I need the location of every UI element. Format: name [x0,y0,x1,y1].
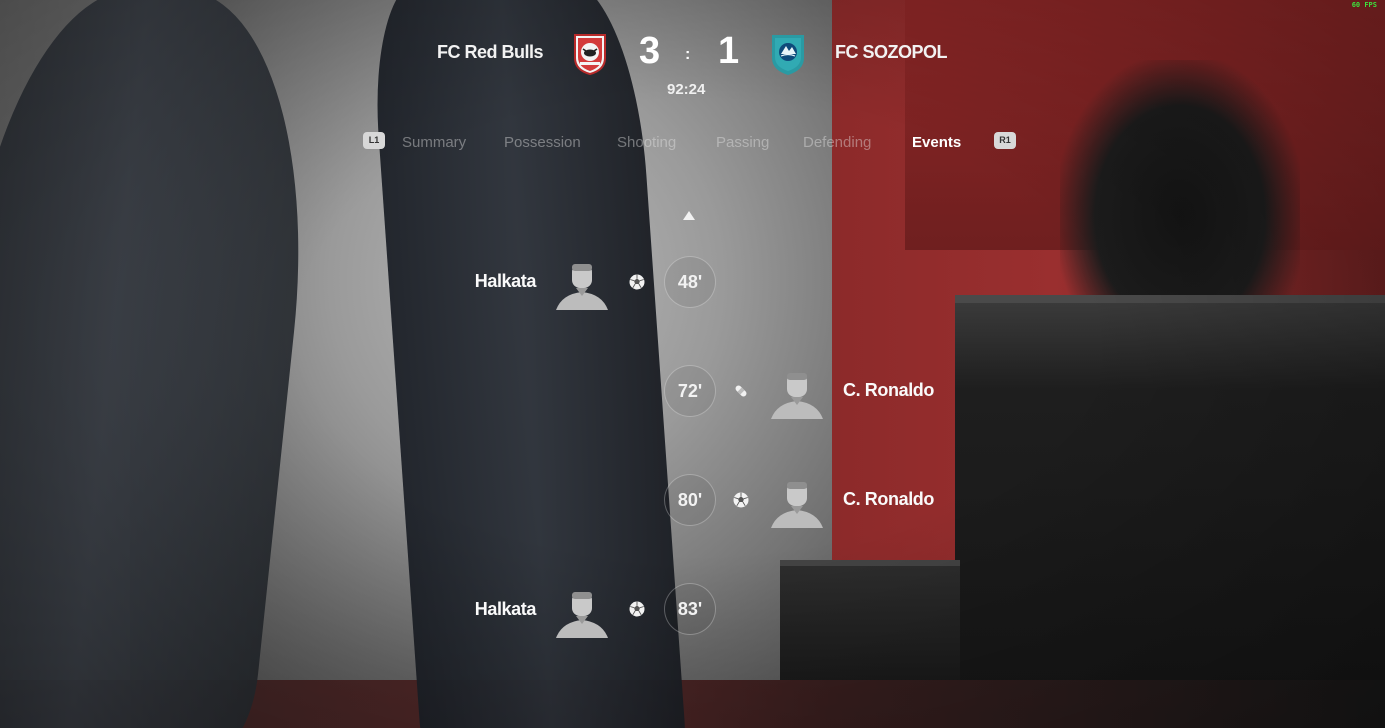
event-minute: 80' [664,474,716,526]
home-score: 3 [639,30,661,72]
player-silhouette-icon [771,373,823,419]
scroll-up-arrow-icon[interactable] [683,211,695,220]
away-team-name: FC SOZOPOL [835,42,948,62]
score-separator: : [685,46,691,63]
event-minute: 72' [664,365,716,417]
ball-icon [733,492,749,508]
match-clock: 92:24 [667,81,706,98]
tab-passing[interactable]: Passing [716,134,769,151]
home-team-name: FC Red Bulls [436,42,544,62]
event-row: 72' C. Ronaldo [0,363,1385,423]
l1-button-hint[interactable]: L1 [363,132,385,149]
tab-shooting[interactable]: Shooting [617,134,676,151]
event-player-name: Halkata [474,271,537,291]
red-bulls-crest-icon [574,34,606,76]
event-row: Halkata 83' [0,582,1385,642]
ball-icon [629,274,645,290]
event-row: 80' C. Ronaldo [0,472,1385,532]
player-silhouette-icon [771,482,823,528]
event-minute: 48' [664,256,716,308]
player-silhouette-icon [556,264,608,310]
ball-icon [629,601,645,617]
event-minute: 83' [664,583,716,635]
event-player-name: C. Ronaldo [843,489,934,509]
event-row: Halkata 48' [0,254,1385,314]
bandage-icon [735,385,747,397]
r1-button-hint[interactable]: R1 [994,132,1016,149]
away-score: 1 [718,30,740,72]
scoreboard: FC Red Bulls 3 : 1 FC SOZOPOL 92:24 [0,0,1385,110]
tab-defending[interactable]: Defending [803,134,871,151]
tab-events[interactable]: Events [912,134,961,151]
tab-summary[interactable]: Summary [402,134,466,151]
event-player-name: Halkata [474,599,537,619]
tab-possession[interactable]: Possession [504,134,581,151]
event-player-name: C. Ronaldo [843,380,934,400]
sozopol-crest-icon [772,35,804,75]
player-silhouette-icon [556,592,608,638]
